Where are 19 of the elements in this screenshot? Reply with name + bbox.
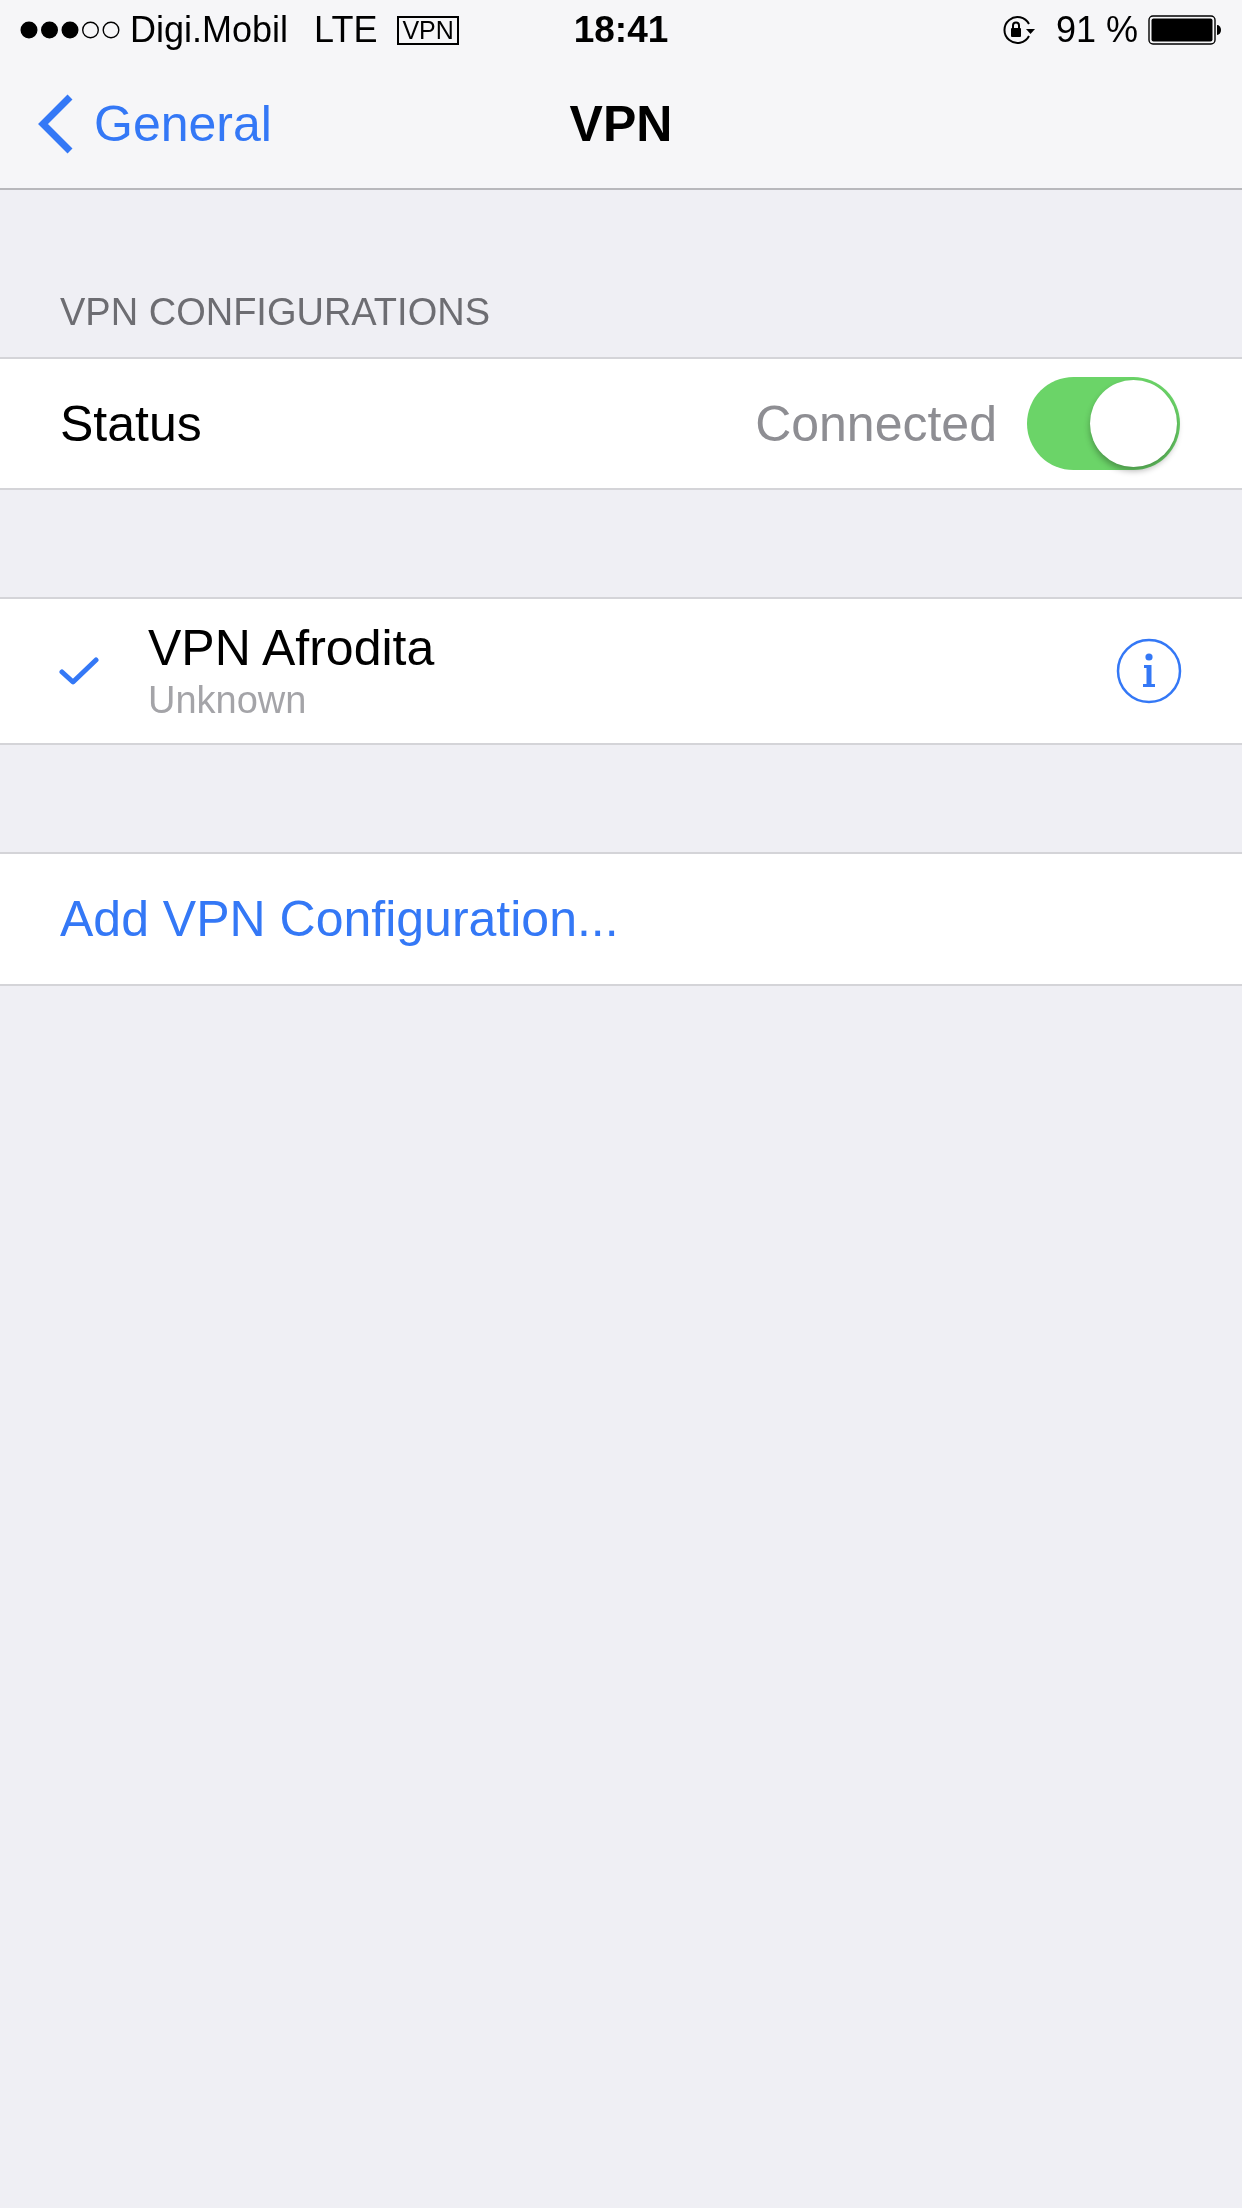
configuration-detail: Unknown	[148, 678, 308, 723]
section-header: VPN CONFIGURATIONS	[60, 290, 490, 335]
add-vpn-configuration-link[interactable]: Add VPN Configuration...	[60, 889, 619, 949]
back-button[interactable]: General	[36, 93, 272, 155]
info-button[interactable]	[1116, 638, 1182, 704]
clock-time: 18:41	[573, 9, 669, 51]
rotation-lock-icon	[1001, 15, 1036, 45]
carrier-name: Digi.Mobil	[130, 9, 289, 51]
battery-percent: 91 %	[1055, 9, 1138, 51]
status-value: Connected	[755, 394, 997, 454]
status-label: Status	[60, 394, 202, 454]
vpn-indicator: VPN	[397, 15, 459, 45]
network-type: LTE	[314, 9, 378, 51]
page-title: VPN	[569, 95, 673, 154]
info-icon	[1116, 638, 1182, 704]
configuration-name: VPN Afrodita	[148, 619, 435, 677]
battery-icon	[1148, 15, 1222, 45]
vpn-configuration-row[interactable]: VPN Afrodita Unknown	[0, 597, 1242, 745]
signal-strength-icon	[20, 21, 120, 39]
